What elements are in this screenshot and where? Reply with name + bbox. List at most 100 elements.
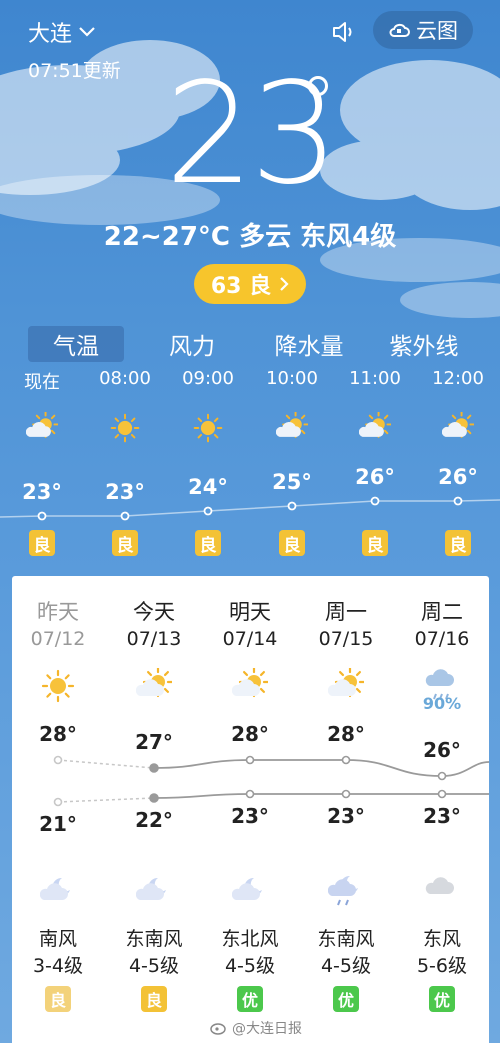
moon-cloud-icon — [39, 872, 76, 908]
hourly-aqi-badge: 良 — [29, 530, 55, 556]
weather-summary: 22~27°C 多云 东风4级 — [103, 222, 397, 252]
day-date: 07/13 — [126, 628, 182, 650]
wind-level: 5-6级 — [416, 955, 468, 977]
hourly-temp-point — [453, 496, 463, 506]
city-selector[interactable]: 大连 — [28, 16, 96, 48]
hourly-aqi-badge: 良 — [279, 530, 305, 556]
wind-info: 南风 3-4级 — [13, 926, 103, 980]
high-temp-trend-point — [341, 755, 351, 765]
day-name: 明天 — [229, 600, 271, 624]
wind-direction: 南风 — [38, 928, 77, 950]
cloud-map-label: 云图 — [416, 19, 458, 43]
hourly-temp-point — [370, 496, 380, 506]
degree-symbol — [308, 76, 328, 96]
low-temp-trend-point — [149, 793, 159, 803]
day-date: 07/12 — [30, 628, 86, 650]
partly-cloudy-icon — [358, 411, 392, 444]
high-temp-trend-point — [149, 763, 159, 773]
partly-cloudy-icon — [275, 411, 309, 444]
hourly-forecast: 现在 23° 良 08:00 23° 良 09:00 24° 良 10:00 2… — [0, 368, 500, 568]
sun-icon — [109, 412, 141, 444]
daily-aqi-badge: 优 — [237, 986, 263, 1012]
hourly-temp-point — [203, 506, 213, 516]
partly-cloudy-icon — [25, 411, 59, 444]
hourly-time: 10:00 — [266, 368, 318, 389]
hourly-temp: 23° — [22, 480, 62, 504]
hourly-aqi-badge: 良 — [362, 530, 388, 556]
tab-uv[interactable]: 紫外线 — [378, 326, 470, 362]
current-temperature: 23 — [164, 53, 339, 216]
hourly-temp: 24° — [188, 475, 228, 499]
day-date: 07/14 — [222, 628, 278, 650]
low-temp-trend-past-segment — [57, 797, 155, 803]
high-temp-trend-point — [437, 771, 447, 781]
partly-cloudy-icon — [135, 666, 174, 704]
weibo-icon — [210, 1023, 226, 1035]
watermark-text: @大连日报 — [232, 1021, 302, 1037]
low-temp: 22° — [135, 808, 173, 832]
day-date: 07/16 — [414, 628, 470, 650]
wind-level: 3-4级 — [32, 955, 84, 977]
moon-rain-icon — [327, 872, 364, 908]
wind-info: 东南风 4-5级 — [109, 926, 199, 980]
wind-info: 东风 5-6级 — [397, 926, 487, 980]
partly-cloudy-icon — [231, 666, 270, 704]
hourly-temp: 26° — [355, 465, 395, 489]
precip-probability: 90% — [422, 694, 462, 713]
low-temp-trend-point — [53, 797, 63, 807]
cloud-map-button[interactable]: 云图 — [373, 11, 473, 49]
partly-cloudy-icon — [327, 666, 366, 704]
day-name: 周二 — [421, 600, 463, 624]
chevron-down-icon — [79, 27, 95, 37]
hourly-temp: 23° — [105, 480, 145, 504]
aqi-pill[interactable]: 63 良 — [194, 264, 306, 304]
low-temp: 23° — [423, 804, 461, 828]
wind-direction: 东北风 — [221, 928, 279, 950]
wind-direction: 东风 — [422, 928, 461, 950]
high-temp: 28° — [327, 722, 365, 746]
hourly-temperature-curve — [0, 496, 500, 521]
hourly-time: 12:00 — [432, 368, 484, 389]
low-temp-trend-point — [437, 789, 447, 799]
high-temp: 27° — [135, 730, 173, 754]
high-temp: 28° — [231, 722, 269, 746]
hourly-time: 11:00 — [349, 368, 401, 389]
chevron-right-icon — [280, 277, 289, 291]
aqi-value: 63 良 — [210, 274, 272, 299]
high-temp: 28° — [39, 722, 77, 746]
daily-aqi-badge: 良 — [141, 986, 167, 1012]
tab-precipitation[interactable]: 降水量 — [260, 326, 358, 362]
hourly-time: 08:00 — [99, 368, 151, 389]
city-name: 大连 — [28, 22, 73, 47]
daily-forecast-card: 昨天 07/12 28° 21° 南风 3-4级 良 今天 07/13 27° … — [12, 576, 489, 1043]
low-temp: 21° — [39, 812, 77, 836]
hourly-time: 现在 — [24, 372, 60, 393]
high-temp-trend-past-segment — [57, 759, 155, 769]
hourly-tabs: 气温 风力 降水量 紫外线 — [0, 326, 500, 362]
moon-cloud-icon — [135, 872, 172, 908]
hourly-time: 09:00 — [182, 368, 234, 389]
hourly-temp-point — [37, 511, 47, 521]
wind-direction: 东南风 — [125, 928, 183, 950]
wind-level: 4-5级 — [320, 955, 372, 977]
wind-level: 4-5级 — [224, 955, 276, 977]
high-temp-trend-point — [245, 755, 255, 765]
hourly-aqi-badge: 良 — [112, 530, 138, 556]
day-name: 今天 — [133, 600, 175, 624]
tab-wind[interactable]: 风力 — [146, 326, 238, 362]
speaker-icon[interactable] — [330, 18, 358, 46]
sun-icon — [40, 668, 76, 704]
watermark: @大连日报 — [210, 1018, 302, 1038]
hourly-temp-point — [287, 501, 297, 511]
tab-temperature[interactable]: 气温 — [28, 326, 124, 362]
low-temp: 23° — [327, 804, 365, 828]
hourly-temp-point — [120, 511, 130, 521]
hourly-curve-line — [0, 499, 500, 518]
cloud-icon — [424, 872, 460, 908]
wind-direction: 东南风 — [317, 928, 375, 950]
daily-aqi-badge: 优 — [333, 986, 359, 1012]
day-name: 周一 — [325, 600, 367, 624]
wind-info: 东北风 4-5级 — [205, 926, 295, 980]
wind-level: 4-5级 — [128, 955, 180, 977]
moon-cloud-icon — [231, 872, 268, 908]
